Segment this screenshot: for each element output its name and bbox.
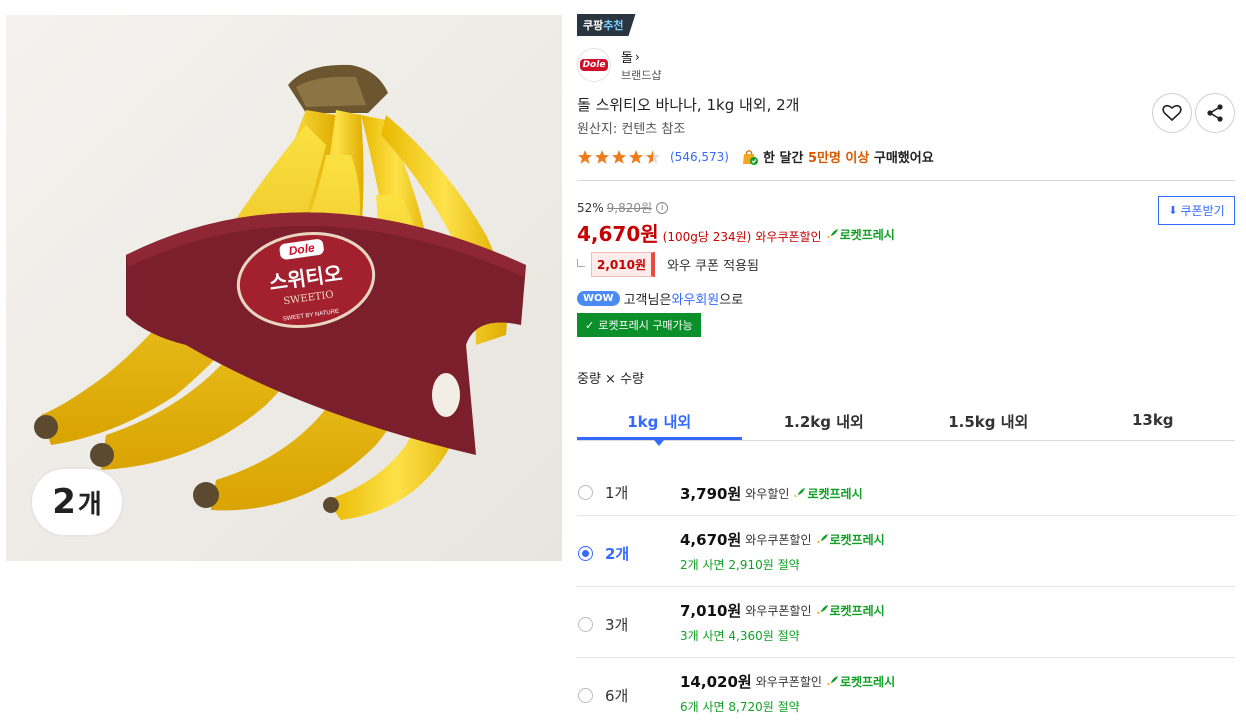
quantity-option-row[interactable]: 2개 4,670원 와우쿠폰할인 로켓프레시 2개 사면 2,910원 절약 [577,516,1235,587]
badge-prefix: 쿠팡 [583,19,604,32]
option-radio[interactable] [578,617,593,632]
corner-marker [577,258,585,267]
option-discount-label: 와우할인 [745,487,790,501]
star-icon [629,149,643,164]
star-icon [578,149,592,164]
discount-info: 52% 9,820원 i [577,199,669,216]
option-info: 7,010원 와우쿠폰할인 로켓프레시 3개 사면 4,360원 절약 [680,600,885,644]
star-icon [595,149,609,164]
option-info: 14,020원 와우쿠폰할인 로켓프레시 6개 사면 8,720원 절약 [680,671,895,715]
badge-accent: 추천 [603,19,624,32]
share-button[interactable] [1195,93,1235,133]
brand-name[interactable]: 돌 › [621,47,661,67]
product-origin: 원산지: 컨텐츠 참조 [577,122,686,137]
quantity-option-row[interactable]: 1개 3,790원 와우할인 로켓프레시 [577,446,1235,516]
quantity-badge: 2개 [30,467,124,537]
wow-member-link[interactable]: 와우회원 [671,289,719,308]
rocket-fresh-badge: 로켓프레시 [826,226,895,243]
option-price: 14,020원 [680,673,752,691]
purchase-count-text: 한 달간 5만명 이상 구매했어요 [763,151,934,166]
coupon-applied-row: 2,010원 와우 쿠폰 적용됨 [577,252,759,277]
coupon-amount: 2,010원 [591,252,655,277]
brand-shop-label: 브랜드샵 [621,69,662,82]
rocket-fresh-badge: 로켓프레시 [826,673,895,690]
option-info: 4,670원 와우쿠폰할인 로켓프레시 2개 사면 2,910원 절약 [680,529,885,573]
rocket-fresh-badge: 로켓프레시 [816,531,885,548]
quantity-option-row[interactable]: 6개 14,020원 와우쿠폰할인 로켓프레시 6개 사면 8,720원 절약 [577,658,1235,720]
coupon-applied-label: 와우 쿠폰 적용됨 [667,259,759,274]
rocket-icon [816,533,828,545]
rocket-fresh-available-badge: ✓ 로켓프레시 구매가능 [577,313,701,337]
option-radio[interactable] [578,546,593,561]
chevron-right-icon: › [634,49,640,64]
info-icon[interactable]: i [656,201,669,214]
quantity-option-row[interactable]: 3개 7,010원 와우쿠폰할인 로켓프레시 3개 사면 4,360원 절약 [577,587,1235,658]
unit-price: (100g당 234원) [662,230,752,244]
option-radio[interactable] [578,688,593,703]
rocket-icon [826,675,839,687]
rocket-icon [794,487,806,499]
option-radio[interactable] [578,485,593,500]
option-info: 3,790원 와우할인 로켓프레시 [680,483,863,504]
option-quantity: 2개 [605,545,630,563]
option-price: 3,790원 [680,485,742,503]
rocket-icon [826,228,838,240]
option-price: 4,670원 [680,531,742,549]
wow-member-row: WOW 고객님은 와우회원 으로 [577,289,743,308]
star-rating[interactable] [577,149,662,165]
tab-weight-option[interactable]: 1.5kg 내외 [906,404,1071,440]
download-icon: ⬇ [1168,204,1178,217]
price-row: 4,670원 (100g당 234원) 와우쿠폰할인 로켓프레시 [577,218,895,247]
rocket-fresh-badge: 로켓프레시 [793,485,863,502]
brand-logo: Dole [577,48,611,82]
wishlist-button[interactable] [1152,93,1192,133]
heart-icon [1162,104,1182,122]
option-price: 7,010원 [680,602,742,620]
star-icon [612,149,626,164]
review-count-link[interactable]: (546,573) [670,150,729,164]
option-quantity: 3개 [605,616,629,634]
option-label: 중량 × 수량 [577,372,644,387]
option-saving: 6개 사면 8,720원 절약 [680,700,800,714]
option-discount-label: 와우쿠폰할인 [745,533,812,547]
weight-tabs: 1kg 내외 1.2kg 내외 1.5kg 내외 13kg [577,404,1236,446]
discount-rate: 52% [577,200,604,215]
quantity-badge-number: 2 [52,482,76,522]
option-saving: 2개 사면 2,910원 절약 [680,558,800,572]
tab-weight-option[interactable]: 13kg [1071,404,1236,440]
option-quantity: 6개 [605,687,629,705]
wow-badge: WOW [577,291,620,306]
original-price: 9,820원 [606,201,653,215]
check-icon: ✓ [585,318,595,332]
sale-price: 4,670원 [577,222,659,246]
rocket-fresh-badge: 로켓프레시 [816,602,885,619]
quantity-option-list: 1개 3,790원 와우할인 로켓프레시 2개 4,670원 와우쿠폰할인 로켓프레시 2개 사… [577,447,1235,720]
wow-discount-label: 와우쿠폰할인 [755,230,822,244]
product-image[interactable]: Dole 스위티오 SWEETIO SWEET BY NATURE 2개 [6,15,562,561]
tab-weight-option[interactable]: 1kg 내외 [577,404,742,446]
section-divider [577,180,1235,181]
product-info-panel: 쿠팡추천 Dole 돌 › 브랜드샵 돌 스위티오 바나나, 1kg 내외, 2개… [577,14,1235,714]
rating-row: (546,573) 한 달간 5만명 이상 구매했어요 [577,147,934,166]
option-discount-label: 와우쿠폰할인 [755,675,822,689]
product-title: 돌 스위티오 바나나, 1kg 내외, 2개 [577,96,800,114]
brand-shop-link[interactable]: Dole 돌 › 브랜드샵 [577,47,661,83]
star-icon [646,149,660,164]
option-quantity: 1개 [605,484,629,502]
quantity-badge-unit: 개 [77,489,102,520]
rocket-icon [816,604,828,616]
option-saving: 3개 사면 4,360원 절약 [680,629,800,643]
coupang-recommend-badge: 쿠팡추천 [577,14,636,36]
shopping-bag-icon [743,149,758,165]
get-coupon-button[interactable]: ⬇ 쿠폰받기 [1158,196,1235,225]
tab-weight-option[interactable]: 1.2kg 내외 [742,404,907,440]
share-icon [1207,104,1223,122]
option-discount-label: 와우쿠폰할인 [745,604,812,618]
